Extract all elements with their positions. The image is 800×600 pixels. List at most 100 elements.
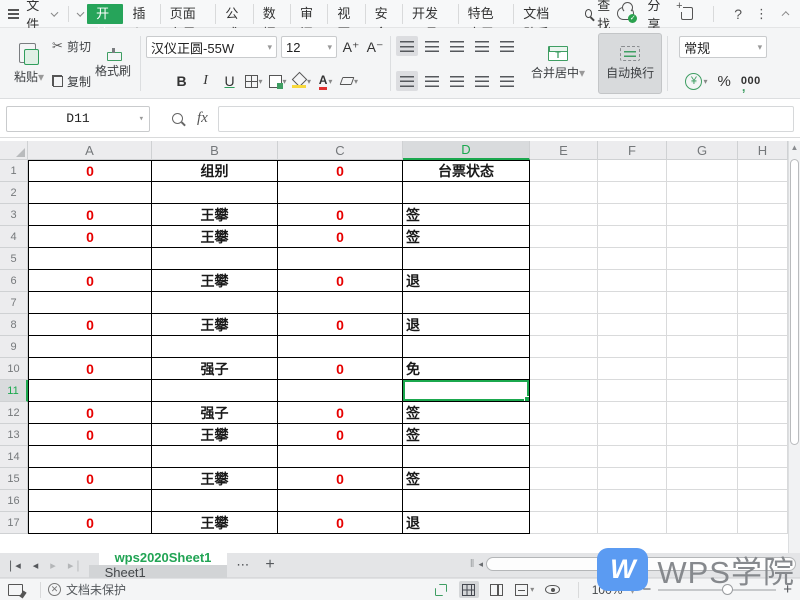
cell-B1[interactable]: 组别	[152, 160, 278, 182]
cell-B9[interactable]	[152, 336, 278, 358]
cell-C13[interactable]: 0	[278, 424, 403, 446]
thousands-separator-button[interactable]: 000	[741, 75, 761, 87]
cell-B13[interactable]: 王攀	[152, 424, 278, 446]
ribbon-tab-文档助手[interactable]: 文档助手	[514, 4, 569, 24]
cell-H1[interactable]	[738, 160, 788, 182]
cell-E10[interactable]	[530, 358, 598, 380]
column-header-G[interactable]: G	[667, 141, 738, 160]
row-header-13[interactable]: 13	[0, 424, 28, 446]
underline-button[interactable]: U	[220, 71, 240, 91]
cell-G14[interactable]	[667, 446, 738, 468]
cell-B15[interactable]: 王攀	[152, 468, 278, 490]
macro-record-icon[interactable]	[8, 584, 23, 596]
cell-E5[interactable]	[530, 248, 598, 270]
cell-H5[interactable]	[738, 248, 788, 270]
cell-E12[interactable]	[530, 402, 598, 424]
row-header-5[interactable]: 5	[0, 248, 28, 270]
cell-H6[interactable]	[738, 270, 788, 292]
cell-H9[interactable]	[738, 336, 788, 358]
row-header-16[interactable]: 16	[0, 490, 28, 512]
more-options-icon[interactable]: ⋮	[755, 6, 768, 22]
wrap-text-button[interactable]: 自动换行	[598, 33, 662, 94]
cell-B17[interactable]: 王攀	[152, 512, 278, 534]
cell-A16[interactable]	[28, 490, 152, 512]
row-header-14[interactable]: 14	[0, 446, 28, 468]
cell-C16[interactable]	[278, 490, 403, 512]
cell-E11[interactable]	[530, 380, 598, 402]
cell-E6[interactable]	[530, 270, 598, 292]
cell-H8[interactable]	[738, 314, 788, 336]
cell-G11[interactable]	[667, 380, 738, 402]
paste-button[interactable]: 粘贴▾	[6, 33, 52, 94]
cell-A17[interactable]: 0	[28, 512, 152, 534]
cell-D3[interactable]: 签	[403, 204, 530, 226]
cell-E1[interactable]	[530, 160, 598, 182]
cell-C9[interactable]	[278, 336, 403, 358]
cell-C8[interactable]: 0	[278, 314, 403, 336]
cell-A2[interactable]	[28, 182, 152, 204]
cell-H2[interactable]	[738, 182, 788, 204]
column-header-E[interactable]: E	[530, 141, 598, 160]
borders-button[interactable]: ▾	[244, 71, 264, 91]
cell-C4[interactable]: 0	[278, 226, 403, 248]
cell-E7[interactable]	[530, 292, 598, 314]
row-header-12[interactable]: 12	[0, 402, 28, 424]
full-screen-view-button[interactable]	[431, 581, 451, 598]
cell-A5[interactable]	[28, 248, 152, 270]
document-protection-status[interactable]: 文档未保护	[66, 581, 126, 598]
cell-D14[interactable]	[403, 446, 530, 468]
cell-F15[interactable]	[598, 468, 667, 490]
cell-A1[interactable]: 0	[28, 160, 152, 182]
cell-B3[interactable]: 王攀	[152, 204, 278, 226]
cell-F4[interactable]	[598, 226, 667, 248]
screenshot-icon[interactable]	[681, 7, 693, 20]
italic-button[interactable]: I	[196, 71, 216, 91]
cell-C3[interactable]: 0	[278, 204, 403, 226]
align-bottom-button[interactable]	[446, 36, 468, 56]
cell-F10[interactable]	[598, 358, 667, 380]
cell-H3[interactable]	[738, 204, 788, 226]
cell-E16[interactable]	[530, 490, 598, 512]
cell-H11[interactable]	[738, 380, 788, 402]
cell-A3[interactable]: 0	[28, 204, 152, 226]
cell-A13[interactable]: 0	[28, 424, 152, 446]
cell-B8[interactable]: 王攀	[152, 314, 278, 336]
cell-C17[interactable]: 0	[278, 512, 403, 534]
percent-button[interactable]: %	[718, 73, 731, 90]
cell-B4[interactable]: 王攀	[152, 226, 278, 248]
ribbon-tab-审阅[interactable]: 审阅	[291, 4, 328, 24]
previous-sheet-icon[interactable]: ◂	[27, 559, 45, 572]
row-header-11[interactable]: 11	[0, 380, 28, 402]
cell-D12[interactable]: 签	[403, 402, 530, 424]
cell-A15[interactable]: 0	[28, 468, 152, 490]
cell-D9[interactable]	[403, 336, 530, 358]
cell-A4[interactable]: 0	[28, 226, 152, 248]
cell-B11[interactable]	[152, 380, 278, 402]
cell-D13[interactable]: 签	[403, 424, 530, 446]
cell-F5[interactable]	[598, 248, 667, 270]
cell-C11[interactable]	[278, 380, 403, 402]
cell-G7[interactable]	[667, 292, 738, 314]
row-header-7[interactable]: 7	[0, 292, 28, 314]
distribute-button[interactable]	[496, 71, 518, 91]
cell-D16[interactable]	[403, 490, 530, 512]
copy-button[interactable]: 复制	[52, 71, 91, 91]
cell-C1[interactable]: 0	[278, 160, 403, 182]
column-header-F[interactable]: F	[598, 141, 667, 160]
cell-A12[interactable]: 0	[28, 402, 152, 424]
row-header-6[interactable]: 6	[0, 270, 28, 292]
cell-A11[interactable]	[28, 380, 152, 402]
scrollbar-resize-grip[interactable]: ‖	[470, 558, 475, 570]
cell-D6[interactable]: 退	[403, 270, 530, 292]
quick-access-chevron-icon[interactable]	[77, 9, 85, 17]
row-header-17[interactable]: 17	[0, 512, 28, 534]
decrease-indent-button[interactable]	[471, 36, 493, 56]
cell-G17[interactable]	[667, 512, 738, 534]
align-right-button[interactable]	[446, 71, 468, 91]
cell-H4[interactable]	[738, 226, 788, 248]
column-header-A[interactable]: A	[28, 141, 152, 160]
cell-E4[interactable]	[530, 226, 598, 248]
add-sheet-button[interactable]: +	[259, 556, 280, 574]
vertical-scrollbar[interactable]: ▲	[788, 141, 800, 553]
cell-E9[interactable]	[530, 336, 598, 358]
